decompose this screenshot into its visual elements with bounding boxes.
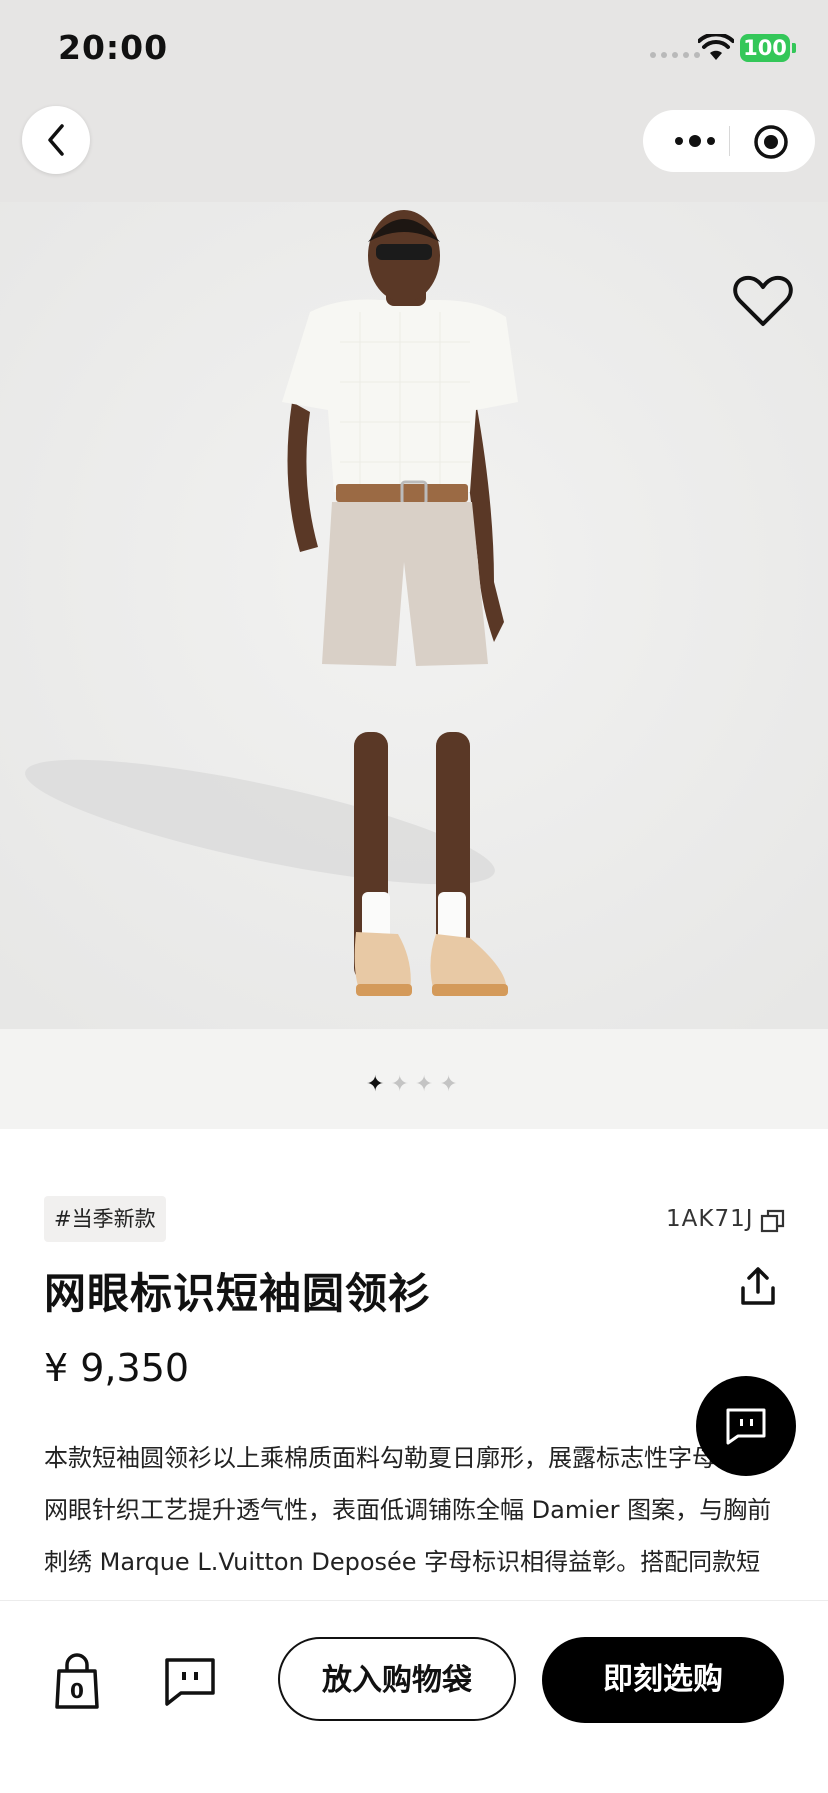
chevron-left-icon bbox=[48, 124, 64, 156]
more-dots-icon bbox=[675, 135, 715, 147]
back-button[interactable] bbox=[22, 106, 90, 174]
carousel-dot[interactable]: ✦ bbox=[415, 1074, 433, 1096]
more-button[interactable] bbox=[665, 126, 725, 156]
chat-icon bbox=[726, 1408, 766, 1445]
product-price: ¥ 9,350 bbox=[44, 1346, 190, 1390]
product-sku: 1AK71J bbox=[666, 1206, 754, 1232]
miniprogram-capsule bbox=[643, 110, 815, 172]
battery-indicator: 100 bbox=[740, 34, 790, 62]
carousel-indicator: ✦ ✦ ✦ ✦ bbox=[366, 1074, 458, 1096]
close-miniprogram-button[interactable] bbox=[751, 122, 791, 162]
battery-tip bbox=[792, 43, 796, 53]
status-bar: 20:00 100 bbox=[0, 0, 828, 98]
share-icon[interactable] bbox=[738, 1266, 778, 1308]
product-description: 本款短袖圆领衫以上乘棉质面料勾勒夏日廓形，展露标志性字母格。网眼针织工艺提升透气… bbox=[44, 1444, 772, 1602]
model-photo bbox=[0, 202, 828, 1029]
bottom-action-bar: 0 放入购物袋 即刻选购 bbox=[0, 1600, 828, 1793]
heart-icon[interactable] bbox=[732, 274, 794, 330]
wifi-icon bbox=[698, 34, 734, 60]
carousel-dot-active[interactable]: ✦ bbox=[366, 1074, 384, 1096]
customer-service-button[interactable] bbox=[696, 1376, 796, 1476]
bag-count: 0 bbox=[70, 1679, 84, 1703]
message-icon[interactable] bbox=[164, 1657, 216, 1707]
carousel-dot[interactable]: ✦ bbox=[390, 1074, 408, 1096]
product-tag[interactable]: #当季新款 bbox=[44, 1196, 166, 1242]
nav-bar bbox=[0, 98, 828, 202]
product-image[interactable] bbox=[0, 202, 828, 1029]
capsule-divider bbox=[729, 126, 730, 156]
buy-now-button[interactable]: 即刻选购 bbox=[542, 1637, 784, 1723]
cellular-signal-icon bbox=[650, 52, 700, 58]
copy-icon[interactable] bbox=[760, 1208, 786, 1234]
carousel-dot[interactable]: ✦ bbox=[439, 1074, 457, 1096]
status-time: 20:00 bbox=[58, 28, 169, 67]
target-icon bbox=[754, 125, 788, 159]
add-to-bag-button[interactable]: 放入购物袋 bbox=[278, 1637, 516, 1721]
product-title: 网眼标识短袖圆领衫 bbox=[44, 1269, 432, 1318]
